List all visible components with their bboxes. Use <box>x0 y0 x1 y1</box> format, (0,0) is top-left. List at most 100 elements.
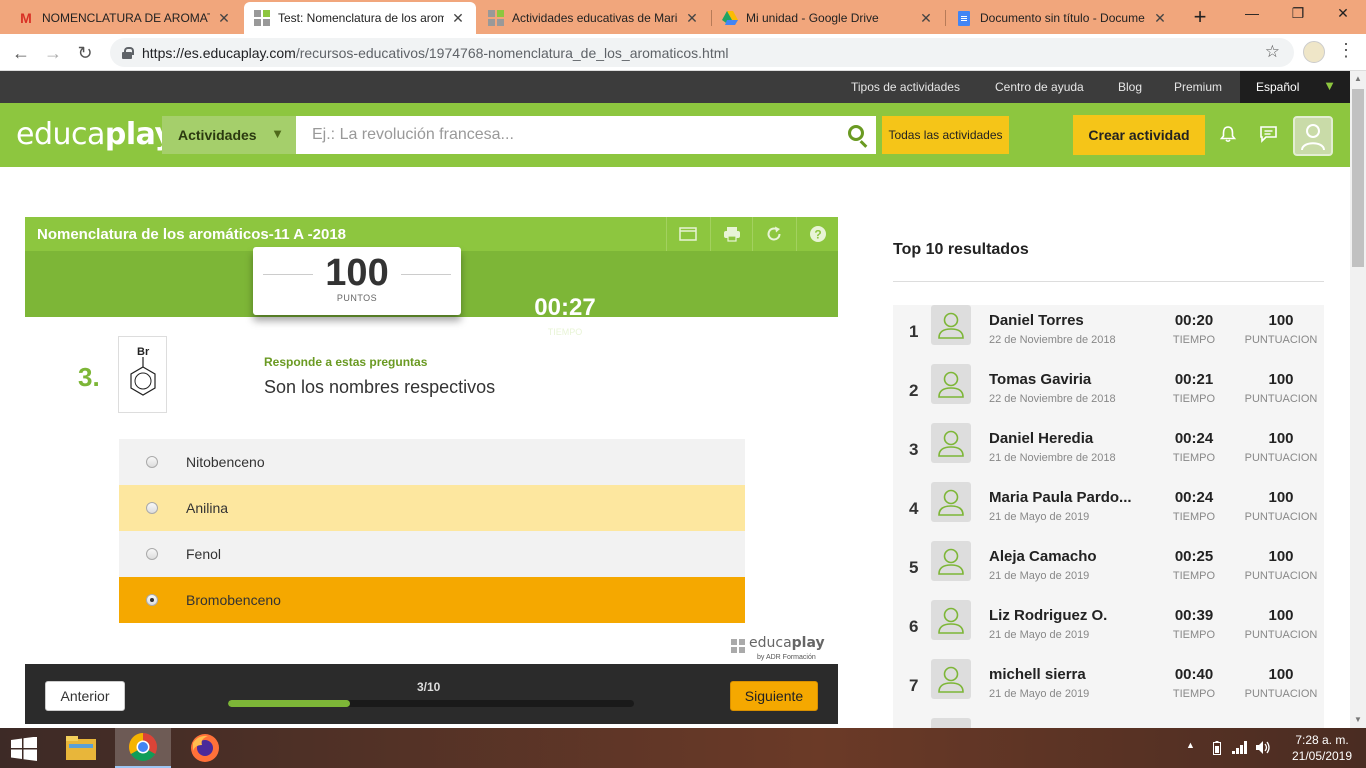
nav-link-tipos-actividades[interactable]: Tipos de actividades <box>851 80 960 94</box>
ranking-score: 100 <box>1268 312 1294 329</box>
browser-tab-drive[interactable]: Mi unidad - Google Drive ✕ <box>712 2 944 34</box>
ranking-player-name: Liz Rodriguez O. <box>989 607 1108 624</box>
avatar[interactable] <box>931 305 971 345</box>
educaplay-icon <box>488 10 504 26</box>
ranking-list: 1 Daniel Torres 22 de Noviembre de 2018 00:… <box>893 305 1324 728</box>
fullscreen-icon[interactable] <box>666 217 708 251</box>
score-value: 100 <box>325 252 389 294</box>
ranking-player-name: Aleja Camacho <box>989 548 1097 565</box>
scrollbar-thumb[interactable] <box>1352 89 1364 267</box>
scroll-up-icon[interactable]: ▲ <box>1350 71 1366 87</box>
network-signal-icon[interactable] <box>1232 741 1248 754</box>
clock[interactable]: 7:28 a. m. 21/05/2019 <box>1282 732 1362 764</box>
ranking-date: 21 de Mayo de 2019 <box>989 511 1090 523</box>
ranking-time: 00:24 <box>1174 489 1214 506</box>
score-label: PUNTOS <box>336 293 378 303</box>
ranking-time-label: TIEMPO <box>1172 570 1216 582</box>
back-arrow-icon[interactable]: ← <box>8 40 34 66</box>
show-hidden-icons-chevron[interactable]: ▲ <box>1186 740 1195 750</box>
top-navigation: Tipos de actividades Centro de ayuda Blo… <box>0 71 1350 103</box>
close-icon[interactable]: ✕ <box>684 10 700 27</box>
language-selector[interactable]: Español ▼ <box>1240 71 1350 103</box>
watermark-text: educa <box>749 635 792 651</box>
chrome-icon[interactable] <box>115 728 171 768</box>
restore-window-icon[interactable]: ❐ <box>1275 0 1321 30</box>
answer-radio[interactable] <box>146 548 158 560</box>
user-avatar-button[interactable] <box>1293 116 1333 156</box>
volume-icon[interactable] <box>1255 740 1271 755</box>
educaplay-logo[interactable]: educaplay <box>16 117 174 152</box>
forward-arrow-icon[interactable]: → <box>40 40 66 66</box>
image-label: Br <box>137 346 150 358</box>
close-icon[interactable]: ✕ <box>216 10 232 27</box>
educaplay-icon <box>254 10 270 26</box>
search-icon[interactable] <box>848 125 864 141</box>
game-titlebar: Nomenclatura de los aromáticos-11 A -201… <box>25 217 838 251</box>
close-icon[interactable]: ✕ <box>1152 10 1168 27</box>
close-window-icon[interactable]: ✕ <box>1320 0 1366 30</box>
answer-label: Nitobenceno <box>186 454 265 470</box>
clock-time: 7:28 a. m. <box>1295 733 1349 747</box>
previous-button[interactable]: Anterior <box>45 681 125 711</box>
address-bar[interactable]: https://es.educaplay.com/recursos-educat… <box>110 38 1294 67</box>
answer-option[interactable]: Anilina <box>119 485 745 531</box>
answer-radio[interactable] <box>146 502 158 514</box>
answer-radio[interactable] <box>146 594 158 606</box>
answer-label: Anilina <box>186 500 229 516</box>
battery-icon[interactable] <box>1213 741 1221 755</box>
file-explorer-icon[interactable] <box>53 728 109 768</box>
nav-link-blog[interactable]: Blog <box>1118 80 1142 94</box>
browser-tab-test[interactable]: Test: Nomenclatura de los arom ✕ <box>244 2 476 34</box>
next-button[interactable]: Siguiente <box>730 681 818 711</box>
avatar[interactable] <box>931 423 971 463</box>
nav-link-centro-ayuda[interactable]: Centro de ayuda <box>995 80 1084 94</box>
print-icon[interactable] <box>710 217 752 251</box>
answer-label: Bromobenceno <box>186 592 281 608</box>
avatar[interactable] <box>931 541 971 581</box>
create-activity-button[interactable]: Crear actividad <box>1073 115 1205 155</box>
reload-icon[interactable]: ↻ <box>72 40 98 66</box>
avatar[interactable] <box>931 600 971 640</box>
browser-tab-gmail[interactable]: M NOMENCLATURA DE AROMATIC ✕ <box>8 2 242 34</box>
avatar[interactable] <box>931 482 971 522</box>
answer-radio[interactable] <box>146 456 158 468</box>
tab-title: Actividades educativas de Maria <box>512 11 678 25</box>
new-tab-button[interactable]: + <box>1186 4 1214 30</box>
bell-icon[interactable] <box>1219 125 1237 143</box>
firefox-icon[interactable] <box>177 728 233 768</box>
bromobenzene-structure-image[interactable]: Br <box>118 336 167 413</box>
browser-tab-actividades[interactable]: Actividades educativas de Maria ✕ <box>478 2 710 34</box>
ranking-row: 5 Aleja Camacho 21 de Mayo de 2019 00:25 TIE… <box>893 541 1324 600</box>
all-activities-button[interactable]: Todas las actividades <box>882 116 1009 154</box>
avatar[interactable] <box>931 718 971 728</box>
scroll-down-icon[interactable]: ▼ <box>1350 712 1366 728</box>
browser-menu-icon[interactable]: ⋮ <box>1336 40 1356 61</box>
answer-option[interactable]: Nitobenceno <box>119 439 745 485</box>
educaplay-watermark: educaplay by ADR Formación <box>731 635 825 665</box>
profile-avatar[interactable] <box>1303 41 1325 63</box>
avatar[interactable] <box>931 659 971 699</box>
help-icon[interactable]: ? <box>796 217 838 251</box>
windows-start-icon[interactable] <box>10 737 38 761</box>
site-header: educaplay Actividades ▼ Todas las activi… <box>0 103 1350 167</box>
chat-icon[interactable] <box>1259 125 1278 143</box>
bookmark-star-icon[interactable]: ☆ <box>1265 42 1280 62</box>
answer-option[interactable]: Fenol <box>119 531 745 577</box>
search-input[interactable] <box>296 116 876 154</box>
close-icon[interactable]: ✕ <box>450 10 466 27</box>
answer-option[interactable]: Bromobenceno <box>119 577 745 623</box>
nav-link-premium[interactable]: Premium <box>1174 80 1222 94</box>
minimize-window-icon[interactable]: — <box>1229 0 1275 30</box>
watermark-logo: educaplay <box>749 635 825 651</box>
browser-tab-docs[interactable]: Documento sin título - Docume ✕ <box>946 2 1178 34</box>
progress-text: 3/10 <box>417 680 441 694</box>
answer-label: Fenol <box>186 546 222 562</box>
page-scrollbar[interactable]: ▲ ▼ <box>1350 71 1366 728</box>
restart-icon[interactable] <box>752 217 794 251</box>
ranking-time: 00:20 <box>1174 312 1214 329</box>
activities-dropdown[interactable]: Actividades ▼ <box>162 116 296 154</box>
close-icon[interactable]: ✕ <box>918 10 934 27</box>
avatar[interactable] <box>931 364 971 404</box>
ranking-date: 22 de Noviembre de 2018 <box>989 393 1116 405</box>
score-card: 100 PUNTOS <box>253 247 461 315</box>
